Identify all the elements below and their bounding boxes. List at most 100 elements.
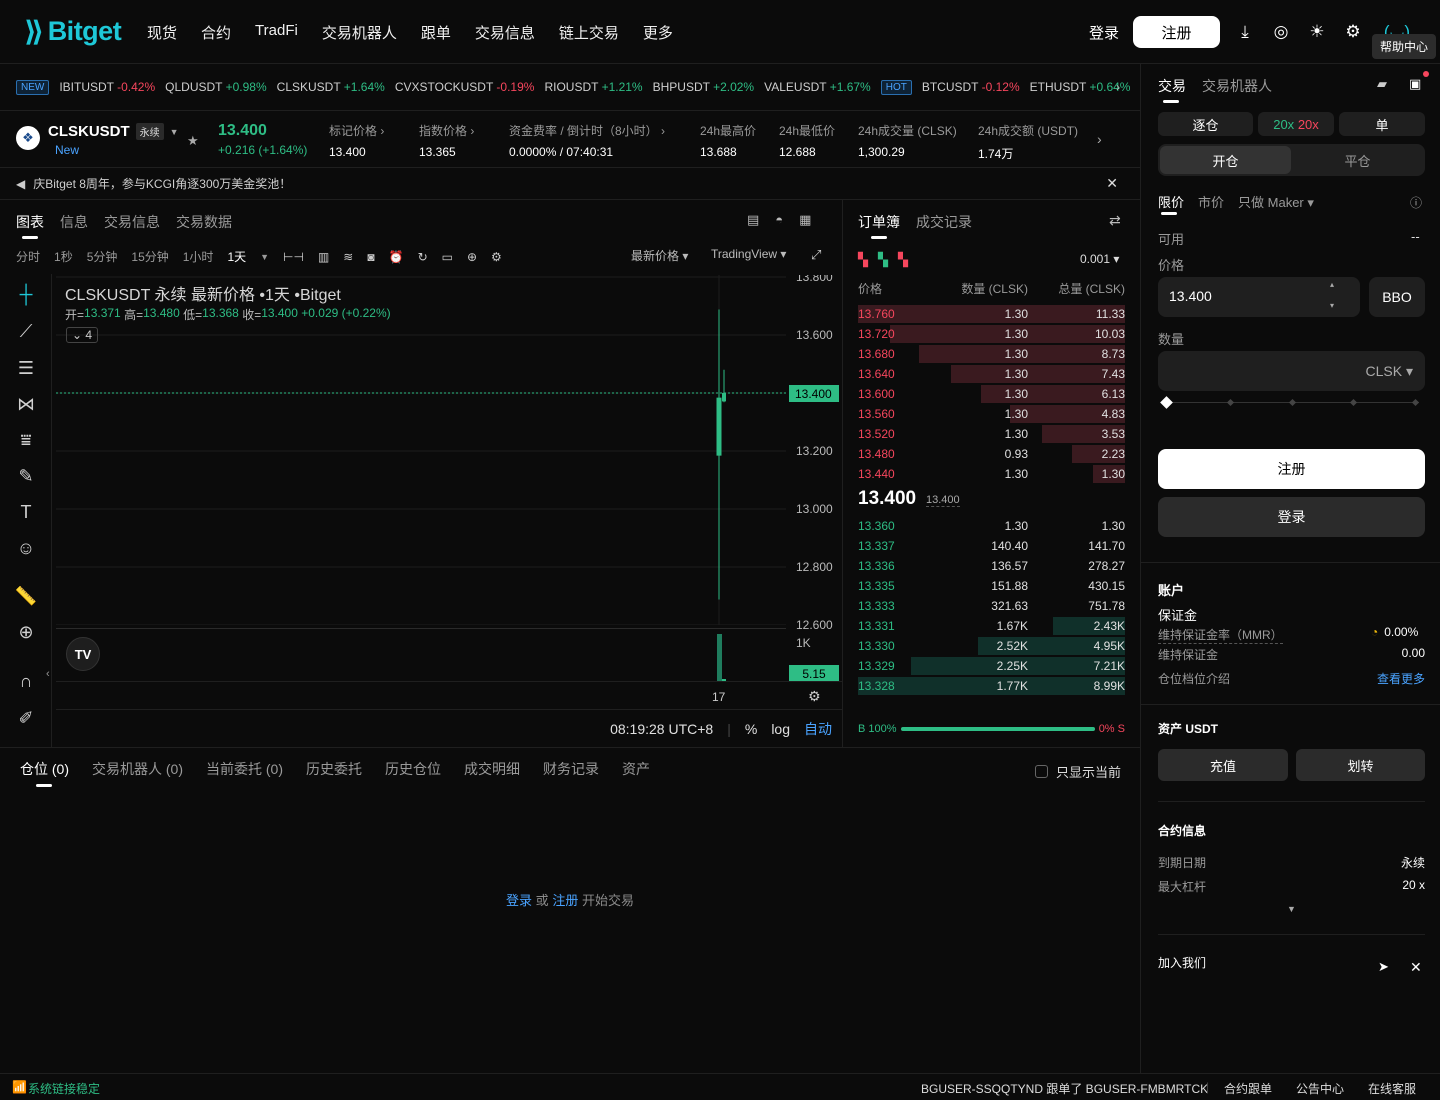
tab-trading-bot[interactable]: 交易机器人 [1202, 76, 1272, 96]
pattern-icon[interactable]: ⋈ [14, 392, 38, 416]
tab-open-orders[interactable]: 当前委托 (0) [206, 759, 283, 779]
tab-positions[interactable]: 仓位 (0) [20, 759, 69, 779]
tab-assets[interactable]: 资产 [622, 759, 650, 779]
ticker-item[interactable]: IBITUSDT -0.42% [59, 80, 155, 94]
slider-handle[interactable] [1160, 396, 1173, 409]
time-axis[interactable]: 17 ⚙ [56, 681, 842, 709]
slider-step[interactable] [1411, 398, 1420, 407]
ticker-item[interactable]: BHPUSDT +2.02% [653, 80, 755, 94]
tf-1d[interactable]: 1天 [227, 248, 246, 265]
cta-login-link[interactable]: 登录 [506, 893, 532, 908]
view-type-select[interactable]: TradingView ▾ [711, 247, 786, 261]
tab-bots[interactable]: 交易机器人 (0) [92, 759, 183, 779]
fullscreen-icon[interactable]: ⤢ [811, 247, 821, 263]
orderbook-row[interactable]: 13.560 1.30 4.83 [858, 404, 1125, 424]
orderbook-row[interactable]: 13.600 1.30 6.13 [858, 384, 1125, 404]
footer-link-copy[interactable]: 合约跟单 [1224, 1080, 1272, 1097]
view-asks-icon[interactable]: ▚ [898, 252, 908, 268]
open-position-tab[interactable]: 开仓 [1160, 146, 1291, 174]
ticker-item[interactable]: QLDUSDT +0.98% [165, 80, 267, 94]
x-twitter-icon[interactable]: ✕ [1410, 959, 1422, 976]
orderbook-row[interactable]: 13.329 2.25K 7.21K [858, 656, 1125, 676]
tab-trade[interactable]: 交易 [1158, 76, 1186, 96]
orderbook-row[interactable]: 13.360 1.30 1.30 [858, 516, 1125, 536]
transfer-button[interactable]: 划转 [1296, 749, 1425, 781]
lock-draw-icon[interactable]: ✐ [14, 706, 38, 730]
indicator-collapse-button[interactable]: ⌄ 4 [66, 327, 99, 343]
theme-sun-icon[interactable]: ☀ [1306, 21, 1328, 43]
tf-1s[interactable]: 1秒 [54, 248, 73, 265]
tf-15m[interactable]: 15分钟 [131, 248, 168, 265]
mid-mark-price[interactable]: 13.400 [926, 494, 960, 507]
bbo-button[interactable]: BBO [1369, 277, 1425, 317]
collapse-toolbar-icon[interactable]: ‹ [46, 668, 50, 680]
log-toggle[interactable]: log [771, 721, 790, 737]
slider-step[interactable] [1226, 398, 1235, 407]
notebook-icon[interactable]: ▤ [747, 212, 759, 228]
nav-futures[interactable]: 合约 [201, 22, 231, 43]
symbol-selector[interactable]: CLSKUSDT 永续 ▼ [48, 123, 179, 140]
tab-trade-data[interactable]: 交易数据 [176, 212, 232, 232]
telegram-icon[interactable]: ➤ [1378, 959, 1389, 975]
price-input[interactable]: 13.400 ▴ ▾ [1158, 277, 1360, 317]
cta-register-link[interactable]: 注册 [552, 893, 578, 908]
checkbox-box[interactable] [1035, 765, 1048, 778]
replay-icon[interactable]: ↻ [418, 250, 428, 264]
auto-toggle[interactable]: 自动 [804, 719, 832, 739]
nav-bots[interactable]: 交易机器人 [322, 22, 397, 43]
tf-more-icon[interactable]: ▼ [260, 252, 269, 262]
grid-layout-icon[interactable]: ▦ [799, 212, 811, 228]
tf-line[interactable]: 分时 [16, 248, 40, 265]
percent-toggle[interactable]: % [745, 721, 757, 737]
form-login-button[interactable]: 登录 [1158, 497, 1425, 537]
stepper-up-icon[interactable]: ▴ [1330, 280, 1334, 289]
gear-icon[interactable]: ⚙ [1342, 21, 1364, 43]
help-icon[interactable]: ▣ [1409, 76, 1421, 92]
ticker-item[interactable]: RIOUSDT +1.21% [544, 80, 642, 94]
nav-copy[interactable]: 跟单 [421, 22, 451, 43]
expand-chevron-icon[interactable]: ▼ [1287, 904, 1296, 914]
coupon-icon[interactable]: ▰ [1377, 76, 1387, 92]
favorite-star-icon[interactable]: ★ [187, 133, 199, 149]
footer-link-support[interactable]: 在线客服 [1368, 1080, 1416, 1097]
brush-icon[interactable]: ✎ [14, 464, 38, 488]
orderbook-row[interactable]: 13.760 1.30 11.33 [858, 304, 1125, 324]
register-button[interactable]: 注册 [1133, 16, 1220, 48]
quantity-unit-select[interactable]: CLSK ▾ [1366, 363, 1414, 380]
slider-step[interactable] [1288, 398, 1297, 407]
add-icon[interactable]: ⊕ [467, 250, 477, 264]
zoom-in-icon[interactable]: ⊕ [14, 620, 38, 644]
tab-info[interactable]: 信息 [60, 212, 88, 232]
candle-type-icon[interactable]: ▥ [318, 250, 329, 264]
margin-mode-button[interactable]: 逐仓 [1158, 112, 1253, 136]
ticker-next-icon[interactable]: › [1116, 80, 1120, 94]
orderbook-row[interactable]: 13.331 1.67K 2.43K [858, 616, 1125, 636]
funding-rate-stat[interactable]: 资金费率 / 倒计时（8小时） › 0.0000% / 07:40:31 [509, 122, 665, 159]
ticker-item[interactable]: BTCUSDT -0.12% [922, 80, 1020, 94]
globe-icon[interactable]: ◎ [1270, 21, 1292, 43]
nav-spot[interactable]: 现货 [147, 22, 177, 43]
tab-limit[interactable]: 限价 [1158, 192, 1184, 211]
slider-step[interactable] [1349, 398, 1358, 407]
nav-trade-info[interactable]: 交易信息 [475, 22, 535, 43]
tab-transactions[interactable]: 财务记录 [543, 759, 599, 779]
stats-next-icon[interactable]: › [1097, 131, 1102, 147]
announcement-text[interactable]: 庆Bitget 8周年，参与KCGI角逐300万美金奖池！ [33, 175, 291, 192]
orderbook-row[interactable]: 13.520 1.30 3.53 [858, 424, 1125, 444]
mark-price-stat[interactable]: 标记价格 › 13.400 [329, 122, 384, 159]
calendar-icon[interactable]: ▭ [442, 250, 453, 264]
nav-tradfi[interactable]: TradFi [255, 22, 298, 43]
footer-link-announcements[interactable]: 公告中心 [1296, 1080, 1344, 1097]
ticker-item[interactable]: CLSKUSDT +1.64% [277, 80, 385, 94]
magnet-icon[interactable]: ∩ [14, 669, 38, 693]
orderbook-row[interactable]: 13.480 0.93 2.23 [858, 444, 1125, 464]
trendline-icon[interactable]: ⟋ [14, 319, 38, 343]
tab-trades[interactable]: 成交记录 [916, 212, 972, 232]
ticker-item[interactable]: CVXSTOCKUSDT -0.19% [395, 80, 535, 94]
tab-market[interactable]: 市价 [1198, 192, 1224, 211]
tier-more-link[interactable]: 查看更多 [1377, 670, 1425, 687]
text-tool-icon[interactable]: T [14, 500, 38, 524]
mmr-label[interactable]: 维持保证金率（MMR） [1158, 626, 1283, 644]
emoji-icon[interactable]: ☺ [14, 536, 38, 560]
deposit-button[interactable]: 充值 [1158, 749, 1288, 781]
